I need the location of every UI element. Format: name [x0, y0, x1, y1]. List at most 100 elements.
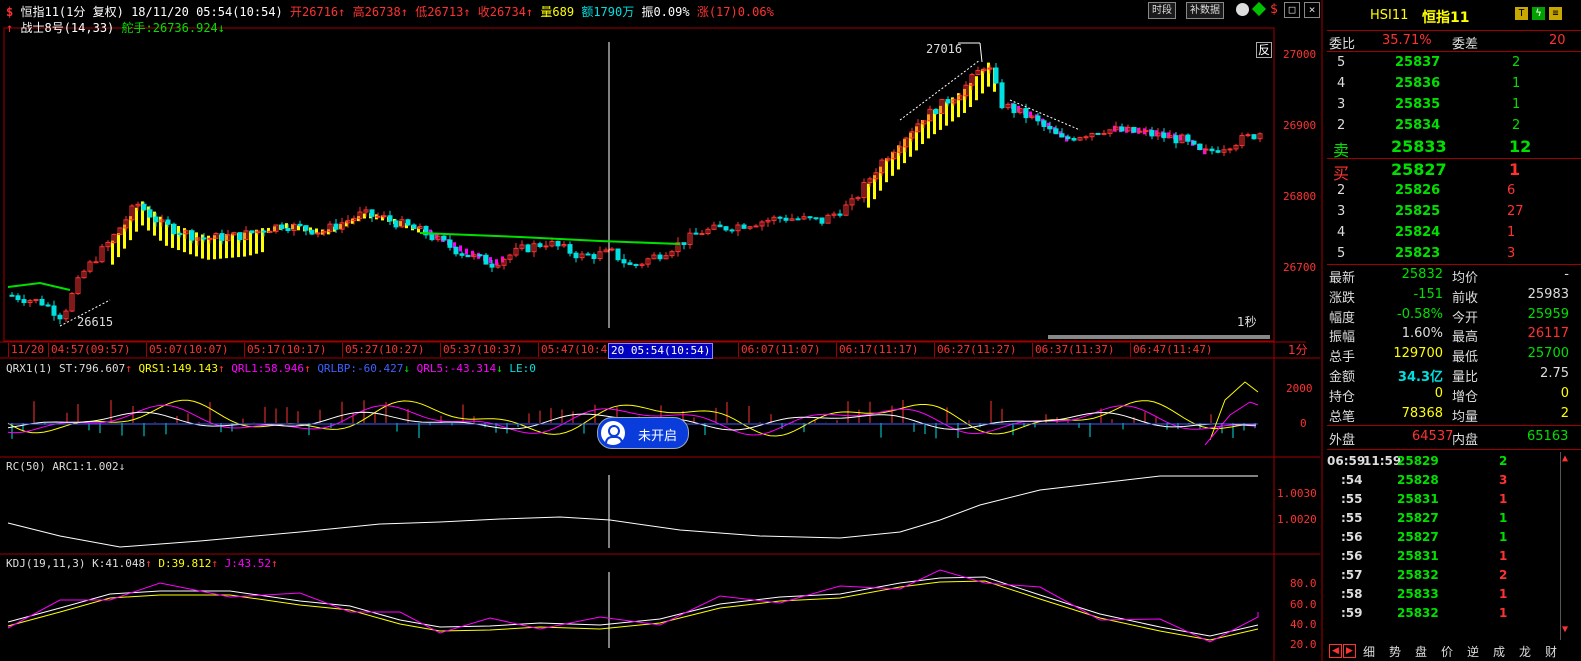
tick-time-alt: 11:59: [1363, 454, 1402, 468]
window-close-icon[interactable]: ×: [1304, 2, 1320, 18]
kdj-axis-label: 40.0: [1290, 618, 1317, 631]
tab-7[interactable]: 财: [1545, 643, 1557, 660]
tab-2[interactable]: 盘: [1415, 643, 1427, 660]
bid-volume: 6: [1507, 183, 1516, 198]
stat-label: 增仓: [1452, 389, 1479, 405]
stat-label: 前收: [1452, 290, 1479, 306]
ask-book: 5 25837 2 4 25836 1 3 25835 1 2 25834 2 卖 25833 12: [1327, 53, 1581, 160]
tick-volume: 2: [1499, 568, 1508, 582]
fill-data-button[interactable]: 补数据: [1186, 2, 1224, 19]
not-started-label: 未开启: [638, 429, 678, 444]
timeshare-button[interactable]: 时段: [1148, 2, 1176, 19]
candle-body: [237, 232, 243, 241]
bid-row[interactable]: 4 25824 1: [1327, 223, 1581, 243]
tick-row[interactable]: :55 25831 1: [1327, 490, 1557, 509]
candle-body: [555, 240, 561, 247]
candle-body: [189, 230, 195, 241]
qrx-legend: QRX1(1) ST:796.607↑ QRS1:149.143↑ QRL1:5…: [6, 362, 536, 376]
tick-list[interactable]: 06:59 11:59 25829 2:54 25828 3:55 25831 1 :55 258…: [1327, 452, 1559, 638]
candle-body: [303, 225, 309, 231]
t-icon[interactable]: T: [1515, 7, 1528, 20]
stat-label: 总手: [1329, 350, 1356, 366]
candle-body: [459, 253, 465, 256]
tick-time: :55: [1341, 511, 1363, 525]
tick-price: 25827: [1397, 530, 1439, 544]
stat-label: 量比: [1452, 370, 1479, 385]
tick-row[interactable]: :56 25831 1: [1327, 547, 1557, 566]
tab-4[interactable]: 逆: [1467, 643, 1479, 660]
tick-row[interactable]: :57 25832 2: [1327, 566, 1557, 585]
tab-0[interactable]: 细: [1363, 643, 1375, 660]
reverse-button[interactable]: 反: [1256, 42, 1273, 58]
rc-axis-label: 1.0030: [1277, 487, 1317, 500]
tick-row[interactable]: 06:59 11:59 25829 2: [1327, 452, 1557, 471]
ask-row[interactable]: 5 25837 2: [1327, 53, 1581, 73]
tab-prev-icon[interactable]: ◀: [1329, 644, 1342, 658]
candle-body: [177, 233, 183, 236]
ask-row[interactable]: 3 25835 1: [1327, 95, 1581, 115]
tab-5[interactable]: 成: [1493, 643, 1505, 660]
symbol-label: 恒指11(1分 复权): [20, 5, 124, 19]
ask-row[interactable]: 2 25834 2: [1327, 116, 1581, 136]
chart-area[interactable]: $ 恒指11(1分 复权) 18/11/20 05:54(10:54) 开267…: [0, 0, 1325, 661]
menu-icon[interactable]: ≡: [1549, 7, 1562, 20]
time-axis-label: 06:07(11:07): [738, 343, 820, 357]
tab-6[interactable]: 龙: [1519, 643, 1531, 660]
not-started-badge[interactable]: 未开启: [597, 417, 689, 449]
stats-row: 持仓 0 增仓 0: [1327, 384, 1581, 405]
bid-row[interactable]: 5 25823 3: [1327, 244, 1581, 264]
ask-row[interactable]: 4 25836 1: [1327, 74, 1581, 94]
lightning-icon[interactable]: ϟ: [1532, 7, 1545, 20]
ask-row[interactable]: 卖 25833 12: [1327, 137, 1581, 160]
up-arrow-icon: ↑: [463, 5, 471, 19]
window-restore-icon[interactable]: □: [1284, 2, 1300, 18]
stat-label: 振幅: [1329, 330, 1356, 346]
stat-value: -0.58%: [1397, 306, 1443, 322]
tick-row[interactable]: :59 25832 1: [1327, 604, 1557, 623]
scroll-up-icon[interactable]: ▲: [1562, 453, 1568, 464]
tick-time: :54: [1341, 473, 1363, 487]
time-axis-label: 05:07(10:07): [146, 343, 228, 357]
stats-row: 金额 34.3亿 量比 2.75: [1327, 364, 1581, 385]
bid-level: 4: [1337, 225, 1346, 240]
tab-next-icon[interactable]: ▶: [1343, 644, 1356, 658]
candle-body: [1071, 138, 1077, 141]
stat-value: 129700: [1393, 346, 1443, 362]
bid-row[interactable]: 2 25826 6: [1327, 181, 1581, 201]
stats-row: 总手 129700 最低 25700: [1327, 344, 1581, 366]
stat-label: 最新: [1329, 271, 1356, 286]
tick-row[interactable]: :58 25833 1: [1327, 585, 1557, 604]
scroll-down-icon[interactable]: ▼: [1562, 624, 1568, 635]
candle-body: [591, 254, 597, 260]
candle-body: [717, 224, 723, 228]
candle-body: [585, 253, 591, 256]
qrx-title: QRX1(1): [6, 362, 53, 375]
bid-row[interactable]: 3 25825 27: [1327, 202, 1581, 222]
trend-band: [465, 248, 468, 255]
down-arrow-icon: ↓: [217, 21, 225, 35]
ask-volume: 12: [1509, 137, 1532, 156]
amount-label: 额1790万: [581, 5, 635, 19]
tick-price: 25827: [1397, 511, 1439, 525]
period-label[interactable]: 1分: [1288, 343, 1308, 357]
tick-row[interactable]: :56 25827 1: [1327, 528, 1557, 547]
trend-band: [867, 183, 870, 208]
settings-icon[interactable]: [1236, 3, 1249, 16]
candle-body: [1053, 128, 1059, 135]
tick-scrollbar[interactable]: ▲ ▼: [1560, 452, 1574, 640]
header-line: $ 恒指11(1分 复权) 18/11/20 05:54(10:54) 开267…: [6, 5, 774, 19]
tab-3[interactable]: 价: [1441, 643, 1453, 660]
candle-body: [609, 248, 615, 251]
candle-body: [567, 244, 573, 254]
trend-band: [249, 231, 252, 256]
bid-row[interactable]: 买 25827 1: [1327, 160, 1581, 183]
quote-tabs: ◀ ▶ 细势盘价逆成龙财: [1327, 641, 1581, 661]
tick-row[interactable]: :54 25828 3: [1327, 471, 1557, 490]
candle-body: [171, 223, 177, 235]
tick-row[interactable]: :55 25827 1: [1327, 509, 1557, 528]
ask-level: 卖: [1333, 141, 1350, 160]
candle-body: [165, 219, 171, 225]
tab-1[interactable]: 势: [1389, 643, 1401, 660]
ask-price: 25835: [1395, 97, 1441, 112]
dollar-icon[interactable]: $: [1270, 2, 1278, 17]
